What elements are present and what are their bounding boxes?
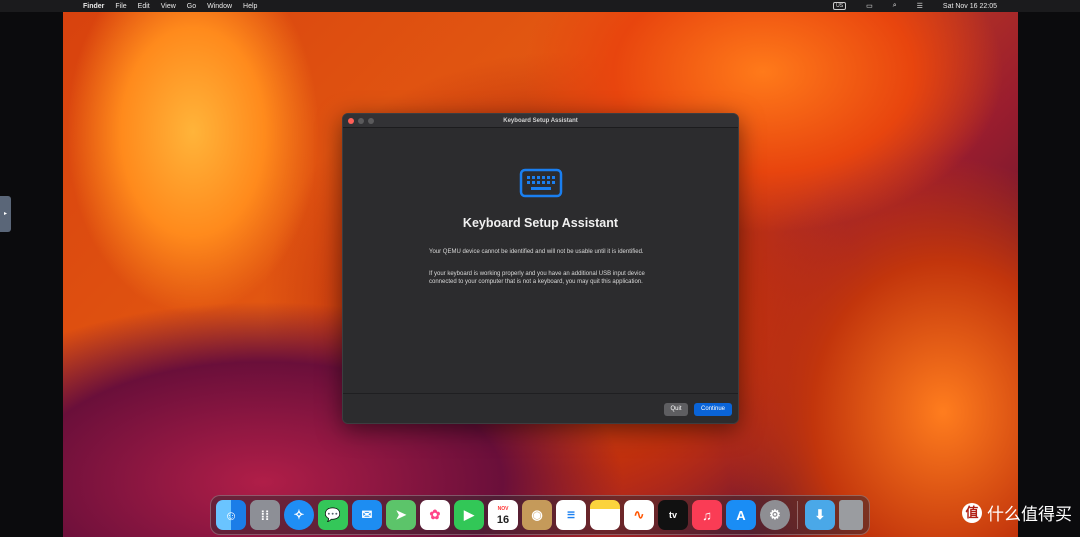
downloads-folder-icon[interactable]: ⬇ (805, 500, 835, 530)
button-bar: Quit Continue (343, 393, 738, 423)
calendar-icon[interactable]: NOV 16 (488, 500, 518, 530)
finder-icon[interactable]: ☺ (216, 500, 246, 530)
keyboard-icon (519, 168, 563, 198)
menu-go[interactable]: Go (187, 3, 196, 10)
contacts-icon[interactable]: ◉ (522, 500, 552, 530)
continue-button[interactable]: Continue (694, 403, 732, 416)
input-source-indicator[interactable]: US (833, 2, 847, 10)
dock-separator (797, 501, 798, 529)
screen-mirroring-icon[interactable]: ▭ (866, 2, 873, 10)
quit-button[interactable]: Quit (664, 403, 688, 416)
minimize-button[interactable] (358, 118, 364, 124)
menu-finder[interactable]: Finder (83, 3, 104, 10)
maps-icon[interactable]: ➤ (386, 500, 416, 530)
watermark-logo: 值 (962, 502, 982, 523)
heading: Keyboard Setup Assistant (462, 216, 619, 230)
close-button[interactable] (348, 118, 354, 124)
safari-icon[interactable]: ✧ (284, 500, 314, 530)
control-center-icon[interactable]: ☰ (917, 2, 923, 10)
clock[interactable]: Sat Nov 16 22:05 (943, 3, 997, 10)
keyboard-setup-window: Keyboard Setup Assistant Keyboard Setup … (342, 113, 739, 424)
menu-view[interactable]: View (161, 3, 176, 10)
title-bar: Keyboard Setup Assistant (343, 114, 738, 128)
music-icon[interactable]: ♫ (692, 500, 722, 530)
message-paragraph-2: If your keyboard is working properly and… (429, 271, 645, 285)
calendar-day: 16 (496, 514, 510, 526)
watermark: 值 什么值得买 (962, 500, 1072, 525)
spotlight-search-icon[interactable]: ⌕ (893, 2, 897, 10)
menu-bar: Finder File Edit View Go Window Help US … (0, 0, 1080, 12)
window-title: Keyboard Setup Assistant (503, 118, 578, 124)
app-store-icon[interactable]: A (726, 500, 756, 530)
menu-help[interactable]: Help (243, 3, 257, 10)
freeform-icon[interactable]: ∿ (624, 500, 654, 530)
menu-window[interactable]: Window (207, 3, 232, 10)
tv-label: tv (668, 510, 677, 520)
messages-icon[interactable]: 💬 (318, 500, 348, 530)
reminders-icon[interactable]: ☰ (556, 500, 586, 530)
photos-icon[interactable]: ✿ (420, 500, 450, 530)
mail-icon[interactable]: ✉ (352, 500, 382, 530)
facetime-icon[interactable]: ▶ (454, 500, 484, 530)
side-panel-handle[interactable]: ▸ (0, 196, 11, 232)
apple-tv-icon[interactable]: tv (658, 500, 688, 530)
menu-file[interactable]: File (115, 3, 126, 10)
message-paragraph-1: Your QEMU device cannot be identified an… (429, 249, 644, 255)
zoom-button[interactable] (368, 118, 374, 124)
dock: ☺ ⁞⁞ ✧ 💬 ✉ ➤ ✿ ▶ NOV 16 ◉ ☰ ∿ tv ♫ A ⚙ ⬇ (210, 495, 870, 535)
notes-icon[interactable] (590, 500, 620, 530)
watermark-text: 什么值得买 (987, 505, 1072, 524)
menu-edit[interactable]: Edit (138, 3, 150, 10)
system-settings-icon[interactable]: ⚙ (760, 500, 790, 530)
trash-icon[interactable] (839, 500, 863, 530)
launchpad-icon[interactable]: ⁞⁞ (250, 500, 280, 530)
